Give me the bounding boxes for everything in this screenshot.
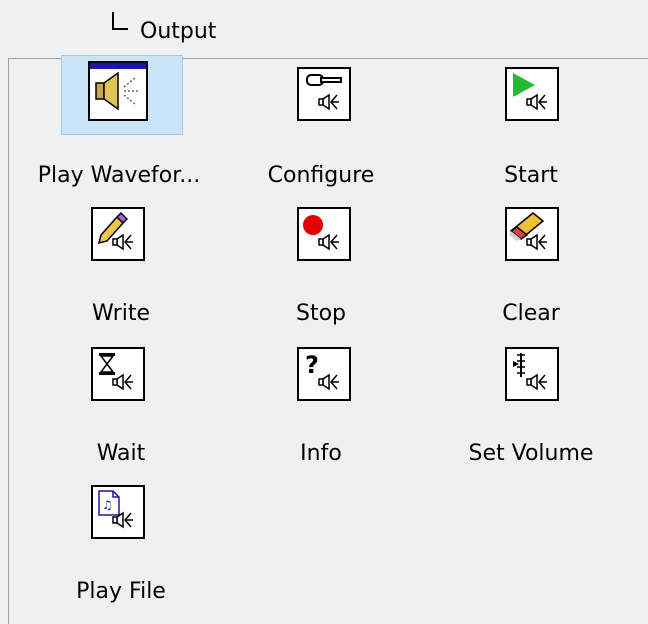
palette-item-play-file[interactable]: ♫ Play File (9, 477, 189, 613)
svg-text:?: ? (305, 351, 319, 379)
eraser-speaker-icon (505, 207, 559, 261)
stop-speaker-icon (297, 207, 351, 261)
palette-item-write[interactable]: Write (9, 199, 189, 335)
palette-item-label: Write (91, 301, 151, 326)
palette-item-label: Start (504, 163, 558, 188)
palette-item-label: Info (300, 441, 342, 466)
palette-item-play-waveform[interactable]: Play Wavefor... (9, 55, 200, 195)
pencil-speaker-icon (91, 207, 145, 261)
palette-item-label: Play Wavefor... (37, 163, 201, 188)
palette-item-label: Stop (295, 301, 346, 326)
palette-item-start[interactable]: Start (441, 59, 621, 195)
palette-item-clear[interactable]: Clear (441, 199, 621, 335)
palette-item-configure[interactable]: Configure (231, 59, 411, 195)
palette-item-info[interactable]: ? Info (231, 339, 411, 475)
palette-item-label: Configure (267, 163, 375, 188)
tree-connector (112, 12, 128, 30)
svg-text:♫: ♫ (102, 498, 113, 512)
volume-speaker-icon (505, 347, 559, 401)
palette-title: Output (140, 19, 217, 44)
palette-tree-header: Output (112, 10, 216, 50)
question-speaker-icon: ? (297, 347, 351, 401)
palette-item-set-volume[interactable]: Set Volume (441, 339, 621, 475)
speaker-play-waveform-icon (88, 61, 148, 121)
palette-item-wait[interactable]: Wait (9, 339, 189, 475)
file-speaker-icon: ♫ (91, 485, 145, 539)
palette-item-label: Clear (502, 301, 560, 326)
wrench-speaker-icon (297, 67, 351, 121)
palette-item-label: Wait (96, 441, 146, 466)
palette-item-stop[interactable]: Stop (231, 199, 411, 335)
palette-panel: Play Wavefor... Configure Start Write St… (8, 55, 648, 624)
palette-item-label: Play File (76, 579, 166, 604)
play-speaker-icon (505, 67, 559, 121)
palette-item-label: Set Volume (468, 441, 594, 466)
hourglass-speaker-icon (91, 347, 145, 401)
